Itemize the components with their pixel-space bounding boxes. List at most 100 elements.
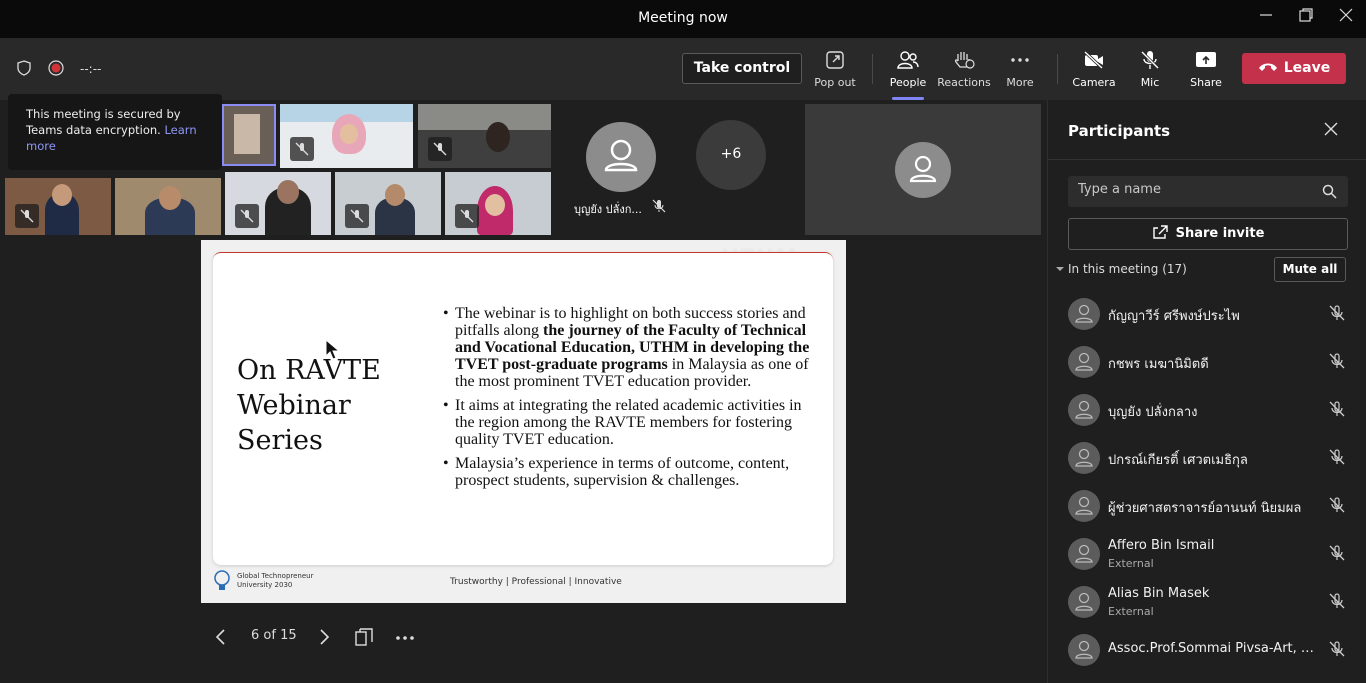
pop-out-icon	[826, 51, 844, 69]
video-tile[interactable]	[280, 104, 413, 168]
minimize-icon[interactable]	[1254, 8, 1278, 30]
video-tile[interactable]	[418, 104, 551, 168]
mic-off-icon	[1140, 50, 1160, 70]
participant-row[interactable]: ปกรณ์เกียรติ์ เศวตเมธิกุล	[1048, 434, 1366, 482]
person-icon	[909, 155, 937, 183]
reactions-label: Reactions	[937, 76, 991, 89]
panel-divider	[1048, 159, 1366, 160]
more-button[interactable]: More	[988, 50, 1052, 94]
participant-name: Affero Bin Ismail	[1108, 538, 1215, 553]
camera-button[interactable]: Camera	[1062, 50, 1126, 94]
meeting-toolbar: --:-- Take control Pop out People Reacti…	[0, 38, 1366, 100]
tile-name: บุญยัง ปลั่งก...	[574, 203, 642, 216]
meeting-timer: --:--	[80, 62, 102, 76]
shield-icon[interactable]	[16, 60, 32, 76]
leave-button[interactable]: Leave	[1242, 53, 1346, 84]
window-title: Meeting now	[638, 10, 728, 26]
video-tile[interactable]	[5, 178, 111, 235]
participant-external-label: External	[1108, 605, 1154, 618]
participant-row[interactable]: Assoc.Prof.Sommai Pivsa-Art, Ph...	[1048, 626, 1366, 674]
overflow-count: +6	[720, 146, 742, 162]
slide-footer-brand: Global Technopreneur University 2030	[237, 572, 314, 589]
muted-mic-icon[interactable]	[1328, 304, 1346, 322]
overflow-participants-button[interactable]: +6	[696, 120, 766, 190]
participant-row[interactable]: Affero Bin Ismail External	[1048, 530, 1366, 578]
more-icon	[1011, 58, 1029, 62]
muted-icon	[455, 204, 479, 228]
slide-content: On RAVTE Webinar Series The webinar is t…	[213, 252, 833, 565]
chevron-down-icon	[1056, 267, 1064, 271]
participant-row[interactable]: กชพร เมฆานิมิตดี	[1048, 338, 1366, 386]
mic-button[interactable]: Mic	[1118, 50, 1182, 94]
muted-mic-icon[interactable]	[1328, 592, 1346, 610]
camera-off-icon	[1083, 50, 1104, 70]
video-tile[interactable]	[805, 104, 1041, 235]
slide-bullet: The webinar is to highlight on both succ…	[443, 305, 823, 390]
slide-counter: 6 of 15	[251, 628, 297, 643]
toolbar-divider	[1057, 54, 1058, 84]
mute-all-button[interactable]: Mute all	[1274, 257, 1346, 282]
previous-slide-icon[interactable]	[215, 629, 227, 645]
participant-name: ผู้ช่วยศาสตราจารย์อานนท์ นิยมผล	[1108, 501, 1302, 516]
participants-panel: Participants Share invite In this meetin…	[1047, 100, 1366, 683]
person-icon	[1075, 544, 1093, 563]
share-invite-button[interactable]: Share invite	[1068, 218, 1348, 250]
avatar	[1068, 442, 1100, 474]
video-tile[interactable]	[115, 178, 221, 235]
participant-row[interactable]: ผู้ช่วยศาสตราจารย์อานนท์ นิยมผล	[1048, 482, 1366, 530]
pop-out-button[interactable]: Pop out	[803, 50, 867, 94]
restore-icon[interactable]	[1294, 8, 1318, 30]
mouse-cursor-icon	[325, 339, 341, 360]
person-icon	[1075, 640, 1093, 659]
title-bar: Meeting now	[0, 0, 1366, 38]
participant-row[interactable]: บุญยัง ปลั่งกลาง	[1048, 386, 1366, 434]
video-tile[interactable]	[335, 172, 441, 235]
slide-bullet: Malaysia’s experience in terms of outcom…	[443, 455, 823, 489]
participant-avatar[interactable]	[586, 122, 656, 192]
slide-bullet: It aims at integrating the related acade…	[443, 397, 823, 448]
tooltip-text: This meeting is secured by Teams data en…	[26, 107, 181, 137]
person-icon	[1075, 304, 1093, 323]
panel-title: Participants	[1068, 122, 1171, 140]
muted-mic-icon[interactable]	[1328, 640, 1346, 658]
avatar	[1068, 538, 1100, 570]
muted-mic-icon[interactable]	[1328, 544, 1346, 562]
slide-grid-icon[interactable]	[355, 628, 373, 646]
share-button[interactable]: Share	[1174, 50, 1238, 94]
active-indicator	[892, 97, 924, 100]
close-window-icon[interactable]	[1334, 8, 1358, 30]
close-icon[interactable]	[1324, 122, 1338, 136]
muted-mic-icon[interactable]	[1328, 448, 1346, 466]
video-tile[interactable]	[225, 172, 331, 235]
person-icon	[1075, 352, 1093, 371]
search-icon[interactable]	[1322, 184, 1337, 199]
muted-mic-icon[interactable]	[1328, 400, 1346, 418]
muted-mic-icon[interactable]	[1328, 496, 1346, 514]
people-label: People	[889, 76, 927, 89]
more-options-icon[interactable]	[395, 635, 415, 641]
avatar	[1068, 586, 1100, 618]
participant-row[interactable]: กัญญาวีร์ ศรีพงษ์ประไพ	[1048, 290, 1366, 338]
reactions-button[interactable]: Reactions	[932, 50, 996, 94]
share-label: Share	[1190, 76, 1222, 89]
video-tile[interactable]	[445, 172, 551, 235]
video-tile[interactable]	[222, 104, 276, 166]
camera-label: Camera	[1072, 76, 1116, 89]
participant-name: กชพร เมฆานิมิตดี	[1108, 357, 1209, 372]
in-meeting-section-toggle[interactable]: In this meeting (17)	[1056, 262, 1187, 276]
take-control-button[interactable]: Take control	[682, 53, 802, 84]
slide-footer-tagline: Trustworthy | Professional | Innovative	[450, 577, 622, 587]
people-button[interactable]: People	[876, 50, 940, 100]
participant-row[interactable]: Alias Bin Masek External	[1048, 578, 1366, 626]
next-slide-icon[interactable]	[318, 629, 330, 645]
participant-name: ปกรณ์เกียรติ์ เศวตเมธิกุล	[1108, 453, 1248, 468]
recording-icon	[48, 60, 64, 76]
toolbar-divider	[872, 54, 873, 84]
leave-label: Leave	[1283, 60, 1331, 76]
muted-icon	[290, 137, 314, 161]
muted-mic-icon[interactable]	[1328, 352, 1346, 370]
slide-title: On RAVTE Webinar Series	[237, 353, 437, 458]
share-icon	[1152, 225, 1168, 239]
pop-out-label: Pop out	[814, 76, 856, 89]
search-input[interactable]	[1078, 182, 1318, 197]
